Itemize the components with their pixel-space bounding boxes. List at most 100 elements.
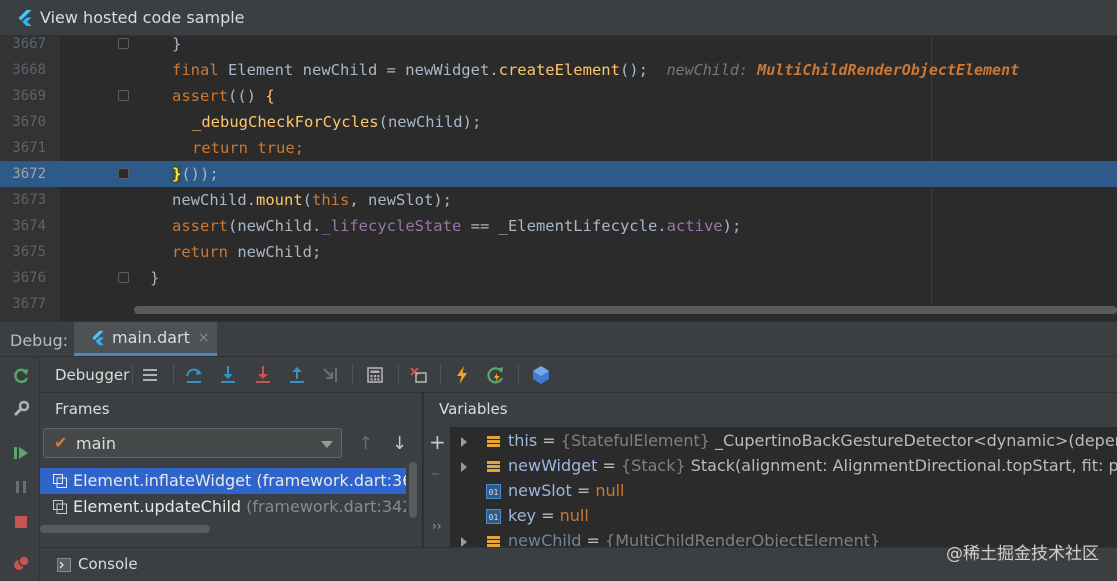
variable-type: {Stack} [621,456,691,475]
code-line[interactable]: 3674 assert(newChild._lifecycleState == _… [0,213,1117,239]
arrow-down-icon[interactable]: ↓ [392,433,407,454]
code-token: } [150,269,160,287]
code-token: } [172,36,182,53]
more-icon[interactable]: ›› [432,519,442,533]
code-token: , newSlot); [349,191,452,209]
run-to-cursor-icon[interactable] [320,364,342,386]
debug-side-toolbar [0,357,40,581]
wrench-icon[interactable] [11,399,31,419]
code-line[interactable]: 3673 newChild.mount(this, newSlot); [0,187,1117,213]
line-number[interactable]: 3668 [0,57,46,83]
stack-frame-icon [53,474,67,488]
code-editor[interactable]: 3667} 3668 final Element newChild = newWid… [0,36,1117,321]
frames-vertical-scrollbar[interactable] [407,462,419,522]
code-line[interactable]: 3671 return true; [0,135,1117,161]
frame-row[interactable]: Element.updateChild (framework.dart:3425… [40,494,406,520]
resume-icon[interactable] [11,443,31,463]
remove-watch-icon[interactable]: – [431,463,440,484]
code-token: this [312,191,350,209]
frames-horizontal-scrollbar[interactable] [40,524,406,534]
line-number[interactable]: 3674 [0,213,46,239]
code-text: } [150,265,159,291]
frame-row[interactable]: Element.inflateWidget (framework.dart:36… [40,468,406,494]
menu-icon[interactable] [139,364,161,386]
force-step-into-icon[interactable] [252,364,274,386]
check-icon: ✔ [54,433,68,452]
step-into-icon[interactable] [217,364,239,386]
code-token: final [172,61,228,79]
fold-marker-icon[interactable] [118,38,129,49]
code-line[interactable]: 3670 _debugCheckForCycles(newChild); [0,109,1117,135]
variable-row[interactable]: newWidget = {Stack} Stack(alignment: Ali… [450,454,1117,479]
code-line[interactable]: 3668 final Element newChild = newWidget.c… [0,57,1117,83]
code-text: final Element newChild = newWidget.creat… [172,57,1019,83]
expand-arrow-icon[interactable] [461,462,467,472]
clear-breakpoints-icon[interactable] [408,364,430,386]
debugger-tab[interactable]: Debugger [55,366,129,384]
line-number[interactable]: 3673 [0,187,46,213]
svg-text:01: 01 [489,513,499,522]
fold-marker-icon[interactable] [118,168,129,179]
variable-value: Stack(alignment: AlignmentDirectional.to… [690,456,1117,475]
stop-icon[interactable] [11,512,31,532]
tab-main-dart[interactable]: main.dart × [74,322,217,356]
code-token: (newChild); [378,113,482,131]
variable-row[interactable]: this = {StatefulElement} _CupertinoBackG… [450,429,1117,454]
pause-icon[interactable] [11,477,31,497]
object-field-icon [487,461,500,472]
flutter-icon [18,9,32,26]
step-out-icon[interactable] [286,364,308,386]
flutter-icon [92,330,104,345]
view-breakpoints-icon[interactable] [11,554,31,574]
thread-select[interactable]: ✔ main [43,428,342,458]
code-line[interactable]: 3675 return newChild; [0,239,1117,265]
variables-panel: Variables + – ›› this = {StatefulElement… [423,393,1117,547]
expand-arrow-icon[interactable] [461,537,467,547]
line-number[interactable]: 3667 [0,36,46,57]
editor-horizontal-scrollbar[interactable] [134,304,1117,316]
add-watch-icon[interactable]: + [429,430,446,454]
inline-debug-value: MultiChildRenderObjectElement [757,61,1020,79]
inline-debug-name: newChild: [666,61,748,79]
fold-marker-icon[interactable] [118,272,129,283]
header-title[interactable]: View hosted code sample [40,8,245,27]
line-number[interactable]: 3672 [0,161,46,187]
console-tab[interactable]: Console [78,555,138,573]
line-number[interactable]: 3675 [0,239,46,265]
code-line[interactable]: 3669 assert(() { [0,83,1117,109]
flutter-hot-reload-icon[interactable] [451,364,473,386]
line-number[interactable]: 3670 [0,109,46,135]
code-line[interactable]: 3672}()); [0,161,1117,187]
step-over-icon[interactable] [183,364,205,386]
code-line[interactable]: 3676} [0,265,1117,291]
variable-name: key [508,506,537,525]
variable-type: {MultiChildRenderObjectElement} [605,531,881,547]
code-token: (newChild. [228,217,322,235]
evaluate-icon[interactable] [364,364,386,386]
hot-restart-icon[interactable] [485,364,507,386]
line-number[interactable]: 3676 [0,265,46,291]
variable-row[interactable]: 01 key = null [450,504,1117,529]
rerun-icon[interactable] [11,366,31,386]
variable-value: null [595,481,625,500]
line-number[interactable]: 3671 [0,135,46,161]
chevron-down-icon [321,441,333,448]
object-field-icon [487,436,500,447]
code-token: } [172,165,182,183]
frame-location: (framework.dart:3425) [246,497,406,516]
code-line[interactable]: 3667} [0,36,1117,57]
expand-arrow-icon[interactable] [461,437,467,447]
variable-name: newChild [508,531,582,547]
window-header: View hosted code sample [0,0,1117,36]
close-icon[interactable]: × [198,330,210,346]
line-number[interactable]: 3677 [0,291,46,317]
variable-type: {StatefulElement} [560,431,716,450]
frames-panel: Frames ✔ main ↑ ↓ Element.inflateWidget … [40,393,422,547]
arrow-up-icon[interactable]: ↑ [358,433,373,454]
devtools-icon[interactable] [530,364,552,386]
variable-row[interactable]: 01 newSlot = null [450,479,1117,504]
fold-marker-icon[interactable] [118,90,129,101]
code-token: { [265,87,275,105]
line-number[interactable]: 3669 [0,83,46,109]
code-token: ( [302,191,313,209]
